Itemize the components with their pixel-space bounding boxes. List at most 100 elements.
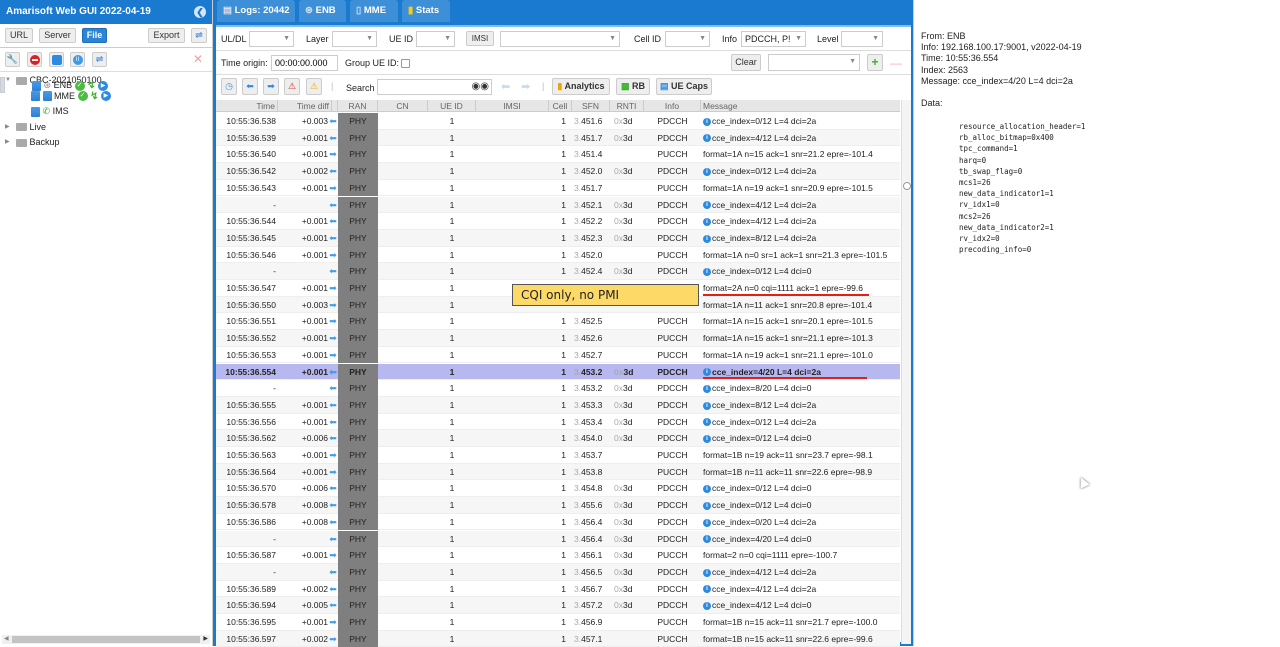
server-button[interactable]: Server (39, 28, 76, 43)
time-origin-input[interactable] (271, 55, 338, 71)
tab-enb[interactable]: ⊛ ENB (299, 0, 346, 22)
table-row[interactable]: 10:55:36.563 +0.001 ➡ PHY 1 1 3.453.7 PUCCH form… (216, 447, 900, 464)
analytics-button[interactable]: ▮ Analytics (552, 78, 610, 95)
info-icon[interactable]: i (703, 368, 711, 377)
column-header-imsi[interactable]: IMSI (476, 100, 549, 112)
arrow-left-icon[interactable]: ⬅ (242, 78, 258, 95)
table-row[interactable]: 10:55:36.552 +0.001 ➡ PHY 1 1 3.452.6 PUCCH form… (216, 330, 900, 347)
column-header-time[interactable]: Time (216, 100, 278, 112)
cellid-select[interactable]: ▼ (665, 31, 710, 47)
table-row[interactable]: 10:55:36.538 +0.003 ⬅ PHY 1 1 3.451.6 0x3d PDCCH… (216, 113, 900, 130)
info-icon[interactable]: i (703, 485, 711, 494)
table-row[interactable]: 10:55:36.556 +0.001 ⬅ PHY 1 1 3.453.4 0x3d PDCCH… (216, 413, 900, 431)
info-icon[interactable]: i (703, 568, 711, 577)
tab-stats[interactable]: ▮ Stats (402, 0, 450, 22)
table-row[interactable]: 10:55:36.546 +0.001 ➡ PHY 1 1 3.452.0 PUCCH form… (216, 246, 900, 264)
warning-icon[interactable]: ⚠ (306, 78, 322, 95)
info-icon[interactable]: i (703, 418, 711, 427)
table-row[interactable]: - ⬅ PHY 1 1 3.456.5 0x3d PDCCH i cce_index=4/12 L… (216, 563, 900, 581)
level-select[interactable]: ▼ (841, 31, 883, 47)
refresh-icon[interactable] (49, 52, 64, 67)
search-input[interactable]: ◉◉ (377, 79, 492, 95)
tree-folder-backup[interactable]: ▶ Backup (0, 135, 212, 151)
group-ue-checkbox[interactable] (401, 59, 410, 68)
export-button[interactable]: Export (148, 28, 185, 43)
table-vertical-scrollbar[interactable] (901, 100, 911, 644)
table-row[interactable]: 10:55:36.540 +0.001 ➡ PHY 1 1 3.451.4 PUCCH form… (216, 146, 900, 164)
table-row[interactable]: - ⬅ PHY 1 1 3.456.4 0x3d PDCCH i cce_index=4/20 L… (216, 530, 900, 548)
info-icon[interactable]: i (703, 268, 711, 277)
stop-icon[interactable] (27, 52, 42, 67)
table-row[interactable]: 10:55:36.589 +0.002 ⬅ PHY 1 1 3.456.7 0x3d PDCCH… (216, 580, 900, 598)
search-next-icon[interactable]: ➡ (521, 80, 530, 93)
table-row[interactable]: - ⬅ PHY 1 1 3.453.2 0x3d PDCCH i cce_index=8/20 L… (216, 380, 900, 397)
connect-icon[interactable]: ⇌ (191, 28, 207, 43)
info-icon[interactable]: i (703, 401, 711, 410)
remove-filter-button[interactable]: — (890, 56, 902, 70)
info-icon[interactable]: i (703, 384, 711, 393)
table-row[interactable]: 10:55:36.595 +0.001 ➡ PHY 1 1 3.456.9 PUCCH form… (216, 614, 900, 631)
scroll-left-icon[interactable]: ◀ (4, 635, 9, 642)
file-button[interactable]: File (82, 28, 107, 43)
table-row[interactable]: 10:55:36.553 +0.001 ➡ PHY 1 1 3.452.7 PUCCH form… (216, 346, 900, 364)
table-row[interactable]: 10:55:36.564 +0.001 ➡ PHY 1 1 3.453.8 PUCCH form… (216, 463, 900, 481)
column-header-rnti[interactable]: RNTI (610, 100, 644, 112)
tree-node-ims[interactable]: ✆ IMS (0, 104, 212, 120)
table-row[interactable]: 10:55:36.539 +0.001 ⬅ PHY 1 1 3.451.7 0x3d PDCCH… (216, 129, 900, 147)
info-icon[interactable]: i (703, 501, 711, 510)
info-select[interactable]: PDCCH, P! ▼ (741, 31, 806, 47)
expand-triangle-icon[interactable]: ▶ (5, 120, 10, 136)
wrench-icon[interactable]: 🔧 (5, 52, 20, 67)
tree-node-enb[interactable]: ⊛ ENB ✓ ↯ ▶ (0, 77, 109, 93)
pause-icon[interactable]: II (70, 52, 85, 67)
column-header-sfn[interactable]: SFN (572, 100, 610, 112)
table-row[interactable]: 10:55:36.594 +0.005 ⬅ PHY 1 1 3.457.2 0x3d PDCCH… (216, 597, 900, 614)
table-row[interactable]: 10:55:36.551 +0.001 ➡ PHY 1 1 3.452.5 PUCCH form… (216, 313, 900, 331)
ue-caps-button[interactable]: ▤ UE Caps (656, 78, 712, 95)
sidebar-horizontal-scrollbar[interactable]: ◀ ▶ (2, 635, 210, 644)
table-row[interactable]: 10:55:36.545 +0.001 ⬅ PHY 1 1 3.452.3 0x3d PDCCH… (216, 229, 900, 247)
collapse-sidebar-icon[interactable]: ❮ (194, 6, 206, 18)
search-prev-icon[interactable]: ⬅ (501, 80, 510, 93)
info-icon[interactable]: i (703, 117, 711, 126)
scrollbar-thumb[interactable] (12, 636, 200, 643)
expand-triangle-icon[interactable]: ▶ (5, 135, 10, 151)
info-icon[interactable]: i (703, 167, 711, 176)
info-icon[interactable]: i (703, 602, 711, 611)
play-icon[interactable]: ▶ (100, 91, 111, 102)
arrow-right-icon[interactable]: ➡ (263, 78, 279, 95)
imsi-select[interactable]: ▼ (500, 31, 620, 47)
connect-icon[interactable]: ⇌ (92, 52, 107, 67)
column-header-ran[interactable]: RAN (338, 100, 378, 112)
close-icon[interactable]: ✕ (193, 52, 203, 66)
clear-button[interactable]: Clear (731, 54, 761, 71)
table-row[interactable]: 10:55:36.562 +0.006 ⬅ PHY 1 1 3.454.0 0x3d PDCCH… (216, 430, 900, 447)
expand-triangle-icon[interactable]: ▼ (5, 73, 11, 89)
info-icon[interactable]: i (703, 435, 711, 444)
table-row[interactable]: 10:55:36.578 +0.008 ⬅ PHY 1 1 3.455.6 0x3d PDCCH… (216, 497, 900, 514)
info-icon[interactable]: i (703, 585, 711, 594)
add-filter-button[interactable]: + (867, 54, 883, 71)
info-icon[interactable]: i (703, 134, 711, 143)
uldl-select[interactable]: ▼ (249, 31, 294, 47)
tree-folder-live[interactable]: ▶ Live (0, 120, 212, 136)
table-row[interactable]: 10:55:36.543 +0.001 ➡ PHY 1 1 3.451.7 PUCCH form… (216, 179, 900, 197)
info-icon[interactable]: i (703, 217, 711, 226)
column-header-message[interactable]: Message (701, 100, 900, 112)
column-header-ueid[interactable]: UE ID (428, 100, 476, 112)
error-warning-icon[interactable]: ⚠ (284, 78, 300, 95)
clock-icon[interactable]: ◷ (221, 78, 237, 95)
scroll-right-icon[interactable]: ▶ (203, 635, 208, 642)
info-icon[interactable]: i (703, 201, 711, 210)
url-button[interactable]: URL (5, 28, 33, 43)
binoculars-icon[interactable]: ◉◉ (472, 80, 489, 94)
column-header-timediff[interactable]: Time diff (278, 100, 332, 112)
table-row[interactable]: 10:55:36.542 +0.002 ⬅ PHY 1 1 3.452.0 0x3d PDCCH… (216, 163, 900, 180)
layer-select[interactable]: ▼ (332, 31, 377, 47)
table-row[interactable]: 10:55:36.586 +0.008 ⬅ PHY 1 1 3.456.4 0x3d PDCCH… (216, 513, 900, 531)
play-icon[interactable]: ▶ (98, 80, 109, 91)
scrollbar-knob[interactable] (903, 182, 911, 190)
table-row[interactable]: 10:55:36.597 +0.002 ➡ PHY 1 1 3.457.1 PUCCH form… (216, 630, 900, 647)
column-header-cn[interactable]: CN (378, 100, 428, 112)
table-row[interactable]: 10:55:36.587 +0.001 ➡ PHY 1 1 3.456.1 0x3d PUCCH… (216, 547, 900, 564)
